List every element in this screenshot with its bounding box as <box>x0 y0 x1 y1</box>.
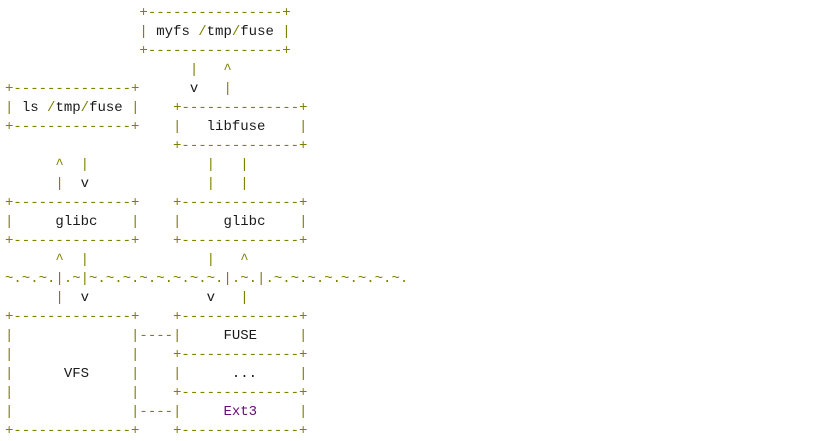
diagram-line: | ls /tmp/fuse | +--------------+ <box>5 99 408 118</box>
diagram-segment: ls <box>21 100 48 116</box>
diagram-segment: tmp <box>206 24 232 40</box>
diagram-segment: | | +--------------+ <box>5 385 308 401</box>
diagram-segment: / <box>80 100 90 116</box>
diagram-line: | ^ <box>5 61 408 80</box>
diagram-segment: | | +--------------+ <box>5 347 308 363</box>
diagram-segment: fuse <box>89 100 123 116</box>
diagram-segment: | <box>5 214 56 230</box>
diagram-line: | VFS | | ... | <box>5 365 408 384</box>
diagram-segment: v <box>206 290 216 306</box>
diagram-segment <box>139 100 173 116</box>
diagram-segment: | ^ <box>5 62 232 78</box>
diagram-segment: ~.~.~.|.~|~.~.~.~.~.~.~.~.|.~.|.~.~.~.~.… <box>5 271 409 287</box>
diagram-line: +--------------+ | libfuse | <box>5 118 408 137</box>
diagram-segment: libfuse <box>206 119 266 135</box>
diagram-segment: | <box>122 100 140 116</box>
diagram-segment: | <box>265 119 308 135</box>
diagram-segment: | <box>5 366 64 382</box>
diagram-line: +----------------+ <box>5 42 408 61</box>
diagram-line: | | +--------------+ <box>5 346 408 365</box>
diagram-segment: +--------------+ <box>173 100 308 116</box>
diagram-segment: | <box>273 24 291 40</box>
diagram-segment: | <box>257 328 308 344</box>
diagram-segment: ^ | | ^ <box>5 252 249 268</box>
diagram-segment: / <box>198 24 207 40</box>
diagram-line: +--------------+ v | <box>5 80 408 99</box>
diagram-line: +--------------+ +--------------+ <box>5 308 408 327</box>
diagram-segment: fuse <box>240 24 274 40</box>
diagram-segment: | <box>215 290 249 306</box>
diagram-segment: | |----| <box>5 404 224 420</box>
architecture-diagram: +----------------+ | myfs /tmp/fuse | +-… <box>5 4 408 441</box>
diagram-segment: | | <box>97 214 224 230</box>
diagram-segment: v <box>80 290 90 306</box>
diagram-segment: +--------------+ +--------------+ <box>5 195 308 211</box>
diagram-line: +--------------+ +--------------+ <box>5 232 408 251</box>
diagram-segment: | <box>223 81 232 97</box>
diagram-line: +--------------+ +--------------+ <box>5 422 408 441</box>
diagram-segment: +--------------+ <box>5 81 140 97</box>
diagram-segment: v <box>139 81 224 97</box>
diagram-segment: +--------------+ +--------------+ <box>5 233 308 249</box>
diagram-segment: VFS <box>63 366 90 382</box>
diagram-segment: +----------------+ <box>5 43 291 59</box>
diagram-segment: | |----| <box>5 328 224 344</box>
diagram-segment: | <box>5 100 22 116</box>
diagram-segment: +--------------+ +--------------+ <box>5 309 308 325</box>
diagram-segment: | <box>257 366 308 382</box>
diagram-segment: myfs <box>156 24 199 40</box>
diagram-segment: +--------------+ | <box>5 119 207 135</box>
diagram-line: | | +--------------+ <box>5 384 408 403</box>
diagram-line: +----------------+ <box>5 4 408 23</box>
diagram-segment: | | <box>89 176 249 192</box>
diagram-segment: tmp <box>55 100 81 116</box>
diagram-line: ~.~.~.|.~|~.~.~.~.~.~.~.~.|.~.|.~.~.~.~.… <box>5 270 408 289</box>
diagram-segment: glibc <box>223 214 266 230</box>
diagram-line: | glibc | | glibc | <box>5 213 408 232</box>
diagram-segment: | <box>265 214 308 230</box>
diagram-line: +--------------+ +--------------+ <box>5 194 408 213</box>
diagram-segment: +--------------+ <box>5 138 308 154</box>
diagram-line: | myfs /tmp/fuse | <box>5 23 408 42</box>
diagram-line: | |----| Ext3 | <box>5 403 408 422</box>
diagram-segment: glibc <box>55 214 98 230</box>
diagram-line: ^ | | ^ <box>5 251 408 270</box>
diagram-segment: Ext3 <box>223 404 258 420</box>
diagram-segment: FUSE <box>223 328 258 344</box>
diagram-segment: +----------------+ <box>5 5 291 21</box>
diagram-segment: | <box>5 24 157 40</box>
diagram-segment: | | <box>89 366 232 382</box>
diagram-line: | v | | <box>5 175 408 194</box>
diagram-line: +--------------+ <box>5 137 408 156</box>
diagram-segment: ^ | | | <box>5 157 249 173</box>
diagram-segment: ... <box>231 366 258 382</box>
diagram-segment <box>89 290 207 306</box>
diagram-segment: | <box>5 176 81 192</box>
diagram-segment: v <box>80 176 90 192</box>
diagram-segment: | <box>5 290 81 306</box>
diagram-segment: +--------------+ +--------------+ <box>5 423 308 439</box>
diagram-line: | |----| FUSE | <box>5 327 408 346</box>
diagram-line: ^ | | | <box>5 156 408 175</box>
diagram-line: | v v | <box>5 289 408 308</box>
diagram-segment: | <box>257 404 308 420</box>
